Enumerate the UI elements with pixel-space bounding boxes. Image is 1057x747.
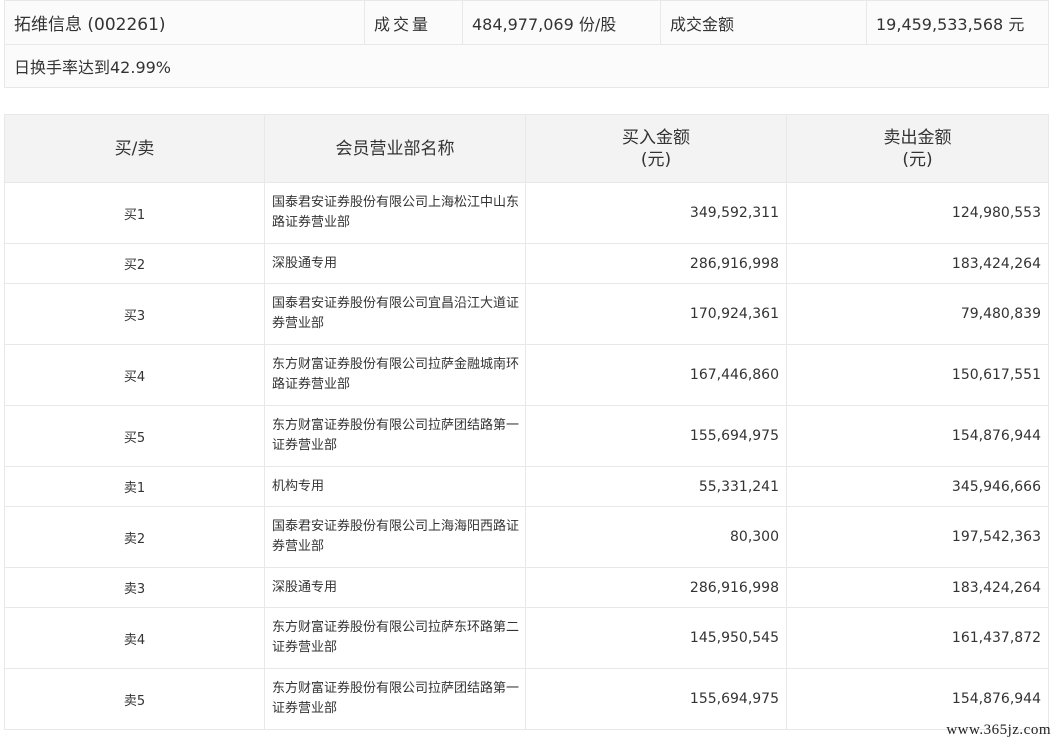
side-cell: 买3 [4, 283, 265, 345]
side-cell: 卖2 [4, 506, 265, 568]
dept-cell: 国泰君安证券股份有限公司宜昌沿江大道证券营业部 [264, 283, 526, 345]
buy-amount-cell: 80,300 [525, 506, 787, 568]
header-sell-label: 卖出金额 [883, 127, 952, 148]
dept-cell: 东方财富证券股份有限公司拉萨团结路第一证券营业部 [264, 405, 526, 467]
table-row: 卖5 东方财富证券股份有限公司拉萨团结路第一证券营业部 155,694,975 … [4, 668, 1049, 730]
table-row: 卖3 深股通专用 286,916,998 183,424,264 [4, 567, 1049, 608]
sell-amount-cell: 161,437,872 [786, 607, 1049, 669]
side-cell: 买1 [4, 182, 265, 244]
dept-cell: 东方财富证券股份有限公司拉萨金融城南环路证券营业部 [264, 344, 526, 406]
dept-cell: 东方财富证券股份有限公司拉萨团结路第一证券营业部 [264, 668, 526, 730]
header-sell: 卖出金额 (元) [786, 114, 1049, 183]
buy-amount-cell: 286,916,998 [525, 567, 787, 608]
dept-cell: 深股通专用 [264, 567, 526, 608]
sell-amount-cell: 79,480,839 [786, 283, 1049, 345]
table-row: 买3 国泰君安证券股份有限公司宜昌沿江大道证券营业部 170,924,361 7… [4, 283, 1049, 345]
side-cell: 买2 [4, 243, 265, 284]
volume-value: 484,977,069 份/股 [462, 0, 661, 45]
sell-amount-cell: 154,876,944 [786, 405, 1049, 467]
dept-cell: 国泰君安证券股份有限公司上海松江中山东路证券营业部 [264, 182, 526, 244]
side-cell: 买4 [4, 344, 265, 406]
site-watermark: www.365jz.com [946, 722, 1051, 738]
sell-amount-cell: 150,617,551 [786, 344, 1049, 406]
dept-cell: 东方财富证券股份有限公司拉萨东环路第二证券营业部 [264, 607, 526, 669]
trading-detail-table: 买/卖 会员营业部名称 买入金额 (元) 卖出金额 (元) 买1 国泰君安证券股份有… [4, 114, 1049, 730]
table-header-row: 买/卖 会员营业部名称 买入金额 (元) 卖出金额 (元) [4, 114, 1049, 183]
stock-name: 拓维信息 (002261) [4, 0, 365, 45]
turnover-row: 日换手率达到42.99% [4, 44, 1049, 88]
header-buy-label: 买入金额 [622, 127, 690, 148]
buy-amount-cell: 55,331,241 [525, 466, 787, 507]
turnover-note: 日换手率达到42.99% [4, 44, 1049, 88]
side-cell: 卖1 [4, 466, 265, 507]
summary-table: 拓维信息 (002261) 成交量 484,977,069 份/股 成交金额 1… [4, 0, 1049, 88]
table-row: 买1 国泰君安证券股份有限公司上海松江中山东路证券营业部 349,592,311… [4, 182, 1049, 244]
sell-amount-cell: 154,876,944 [786, 668, 1049, 730]
buy-amount-cell: 145,950,545 [525, 607, 787, 669]
dept-cell: 机构专用 [264, 466, 526, 507]
summary-row: 拓维信息 (002261) 成交量 484,977,069 份/股 成交金额 1… [4, 0, 1049, 45]
header-dept: 会员营业部名称 [264, 114, 526, 183]
header-buy-unit: (元) [640, 149, 672, 170]
dept-cell: 深股通专用 [264, 243, 526, 284]
header-side: 买/卖 [4, 114, 265, 183]
buy-amount-cell: 155,694,975 [525, 405, 787, 467]
buy-amount-cell: 286,916,998 [525, 243, 787, 284]
buy-amount-cell: 170,924,361 [525, 283, 787, 345]
buy-amount-cell: 349,592,311 [525, 182, 787, 244]
buy-amount-cell: 155,694,975 [525, 668, 787, 730]
sell-amount-cell: 183,424,264 [786, 243, 1049, 284]
buy-amount-cell: 167,446,860 [525, 344, 787, 406]
volume-label: 成交量 [364, 0, 463, 45]
side-cell: 卖5 [4, 668, 265, 730]
sell-amount-cell: 124,980,553 [786, 182, 1049, 244]
table-row: 卖1 机构专用 55,331,241 345,946,666 [4, 466, 1049, 507]
sell-amount-cell: 197,542,363 [786, 506, 1049, 568]
header-buy: 买入金额 (元) [525, 114, 787, 183]
table-row: 买2 深股通专用 286,916,998 183,424,264 [4, 243, 1049, 284]
sell-amount-cell: 345,946,666 [786, 466, 1049, 507]
sell-amount-cell: 183,424,264 [786, 567, 1049, 608]
amount-label: 成交金额 [660, 0, 867, 45]
side-cell: 买5 [4, 405, 265, 467]
table-row: 买5 东方财富证券股份有限公司拉萨团结路第一证券营业部 155,694,975 … [4, 405, 1049, 467]
side-cell: 卖3 [4, 567, 265, 608]
side-cell: 卖4 [4, 607, 265, 669]
table-row: 卖4 东方财富证券股份有限公司拉萨东环路第二证券营业部 145,950,545 … [4, 607, 1049, 669]
header-sell-unit: (元) [902, 149, 933, 170]
dept-cell: 国泰君安证券股份有限公司上海海阳西路证券营业部 [264, 506, 526, 568]
table-row: 卖2 国泰君安证券股份有限公司上海海阳西路证券营业部 80,300 197,54… [4, 506, 1049, 568]
amount-value: 19,459,533,568 元 [866, 0, 1049, 45]
table-row: 买4 东方财富证券股份有限公司拉萨金融城南环路证券营业部 167,446,860… [4, 344, 1049, 406]
